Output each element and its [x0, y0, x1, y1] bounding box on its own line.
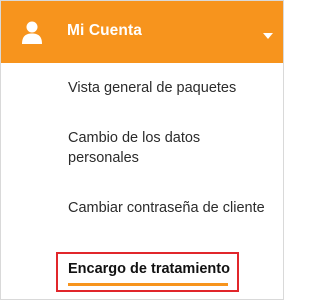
menu-item-encargo-tratamiento-label: Encargo de tratamiento [68, 261, 230, 277]
account-menu-title: Mi Cuenta [67, 22, 142, 39]
active-item-underline [68, 283, 228, 286]
caret-down-icon[interactable] [263, 26, 273, 39]
menu-item-vista-general-paquetes[interactable]: Vista general de paquetes [68, 78, 268, 98]
user-icon [20, 20, 44, 44]
account-menu-header[interactable]: Mi Cuenta [1, 1, 283, 63]
menu-item-cambiar-contrasena[interactable]: Cambiar contraseña de cliente [68, 198, 268, 218]
account-menu-panel: Mi Cuenta Vista general de paquetes Camb… [0, 0, 284, 300]
menu-item-cambio-datos-personales[interactable]: Cambio de los datos personales [68, 128, 268, 168]
menu-item-encargo-tratamiento[interactable]: Encargo de tratamiento [56, 252, 239, 292]
